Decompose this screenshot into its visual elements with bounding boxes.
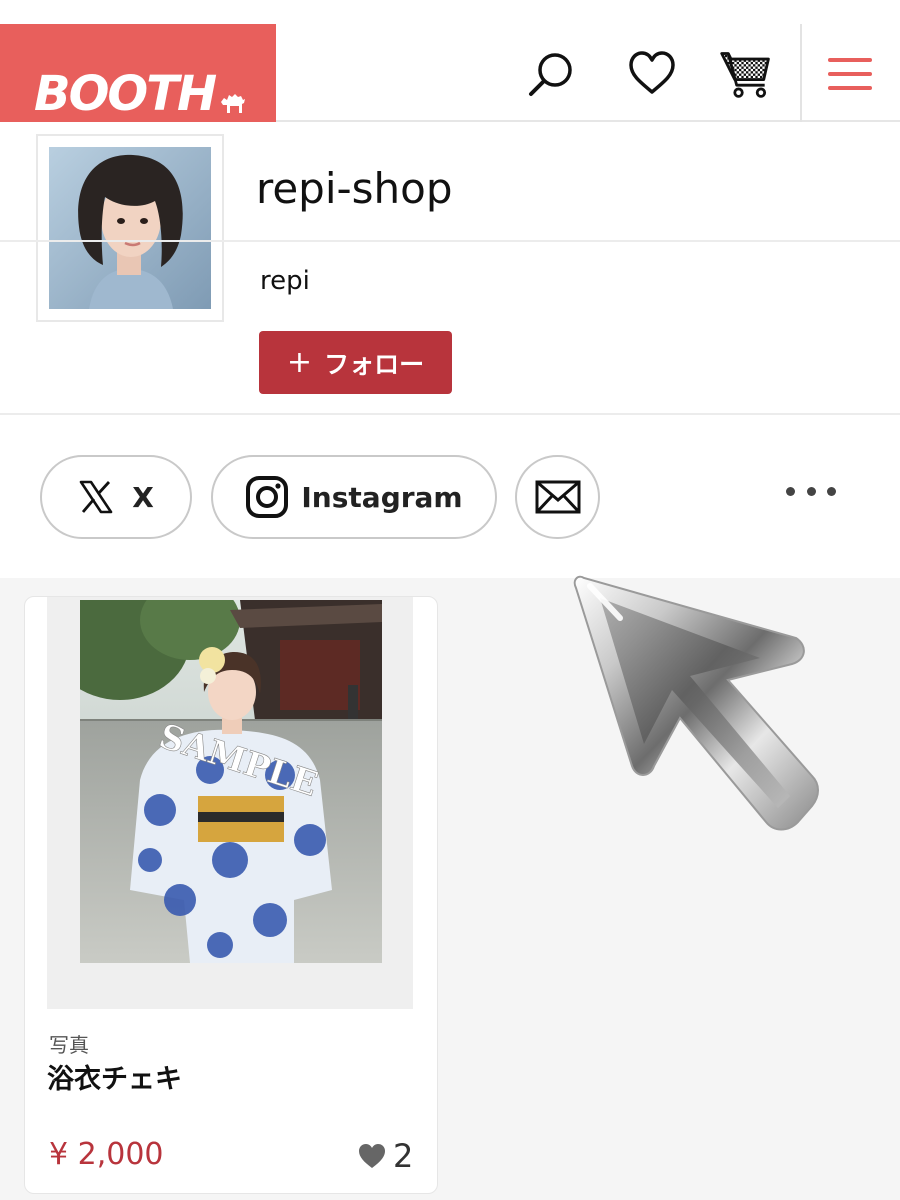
mail-button[interactable]	[515, 455, 600, 539]
product-title[interactable]: 浴衣チェキ	[47, 1057, 182, 1096]
dot	[827, 486, 836, 496]
owner-name[interactable]: repi	[260, 266, 310, 296]
product-photo: SAMPLE	[80, 600, 382, 963]
instagram-link-label: Instagram	[301, 480, 463, 514]
shop-name-divider	[0, 240, 900, 242]
logo-text: BOOTH	[34, 66, 217, 122]
dot	[786, 486, 795, 496]
cart-icon[interactable]	[718, 46, 774, 102]
menu-icon[interactable]	[822, 46, 878, 102]
product-thumbnail[interactable]: SAMPLE	[47, 597, 413, 1009]
product-card[interactable]: SAMPLE 写真 浴衣チェキ ¥ 2,000 2	[24, 596, 438, 1194]
more-dots-icon[interactable]	[786, 476, 836, 506]
x-link-button[interactable]: X	[40, 455, 192, 539]
product-price: ¥ 2,000	[49, 1137, 164, 1172]
instagram-icon	[246, 476, 289, 518]
booth-logo[interactable]: BOOTH	[0, 24, 276, 122]
top-header: BOOTH	[0, 0, 900, 122]
follow-button[interactable]: + フォロー	[259, 331, 452, 394]
plus-icon: +	[286, 345, 313, 380]
heart-icon[interactable]	[624, 46, 680, 102]
like-count: 2	[393, 1137, 414, 1175]
x-logo-icon	[79, 480, 113, 514]
avatar-photo	[49, 147, 211, 309]
like-button[interactable]: 2	[357, 1137, 413, 1175]
follow-label: フォロー	[324, 349, 425, 379]
shop-name: repi-shop	[256, 164, 453, 213]
heart-filled-icon	[359, 1144, 385, 1168]
section-divider	[0, 413, 900, 415]
mail-icon	[535, 480, 580, 514]
product-category: 写真	[49, 1033, 89, 1057]
search-icon[interactable]	[524, 46, 580, 102]
instagram-link-button[interactable]: Instagram	[211, 455, 497, 539]
header-divider	[800, 24, 802, 122]
dot	[806, 486, 816, 496]
shop-avatar[interactable]	[36, 134, 224, 322]
cursor-icon	[573, 575, 819, 831]
camel-icon	[221, 94, 245, 113]
x-link-label: X	[132, 480, 154, 514]
